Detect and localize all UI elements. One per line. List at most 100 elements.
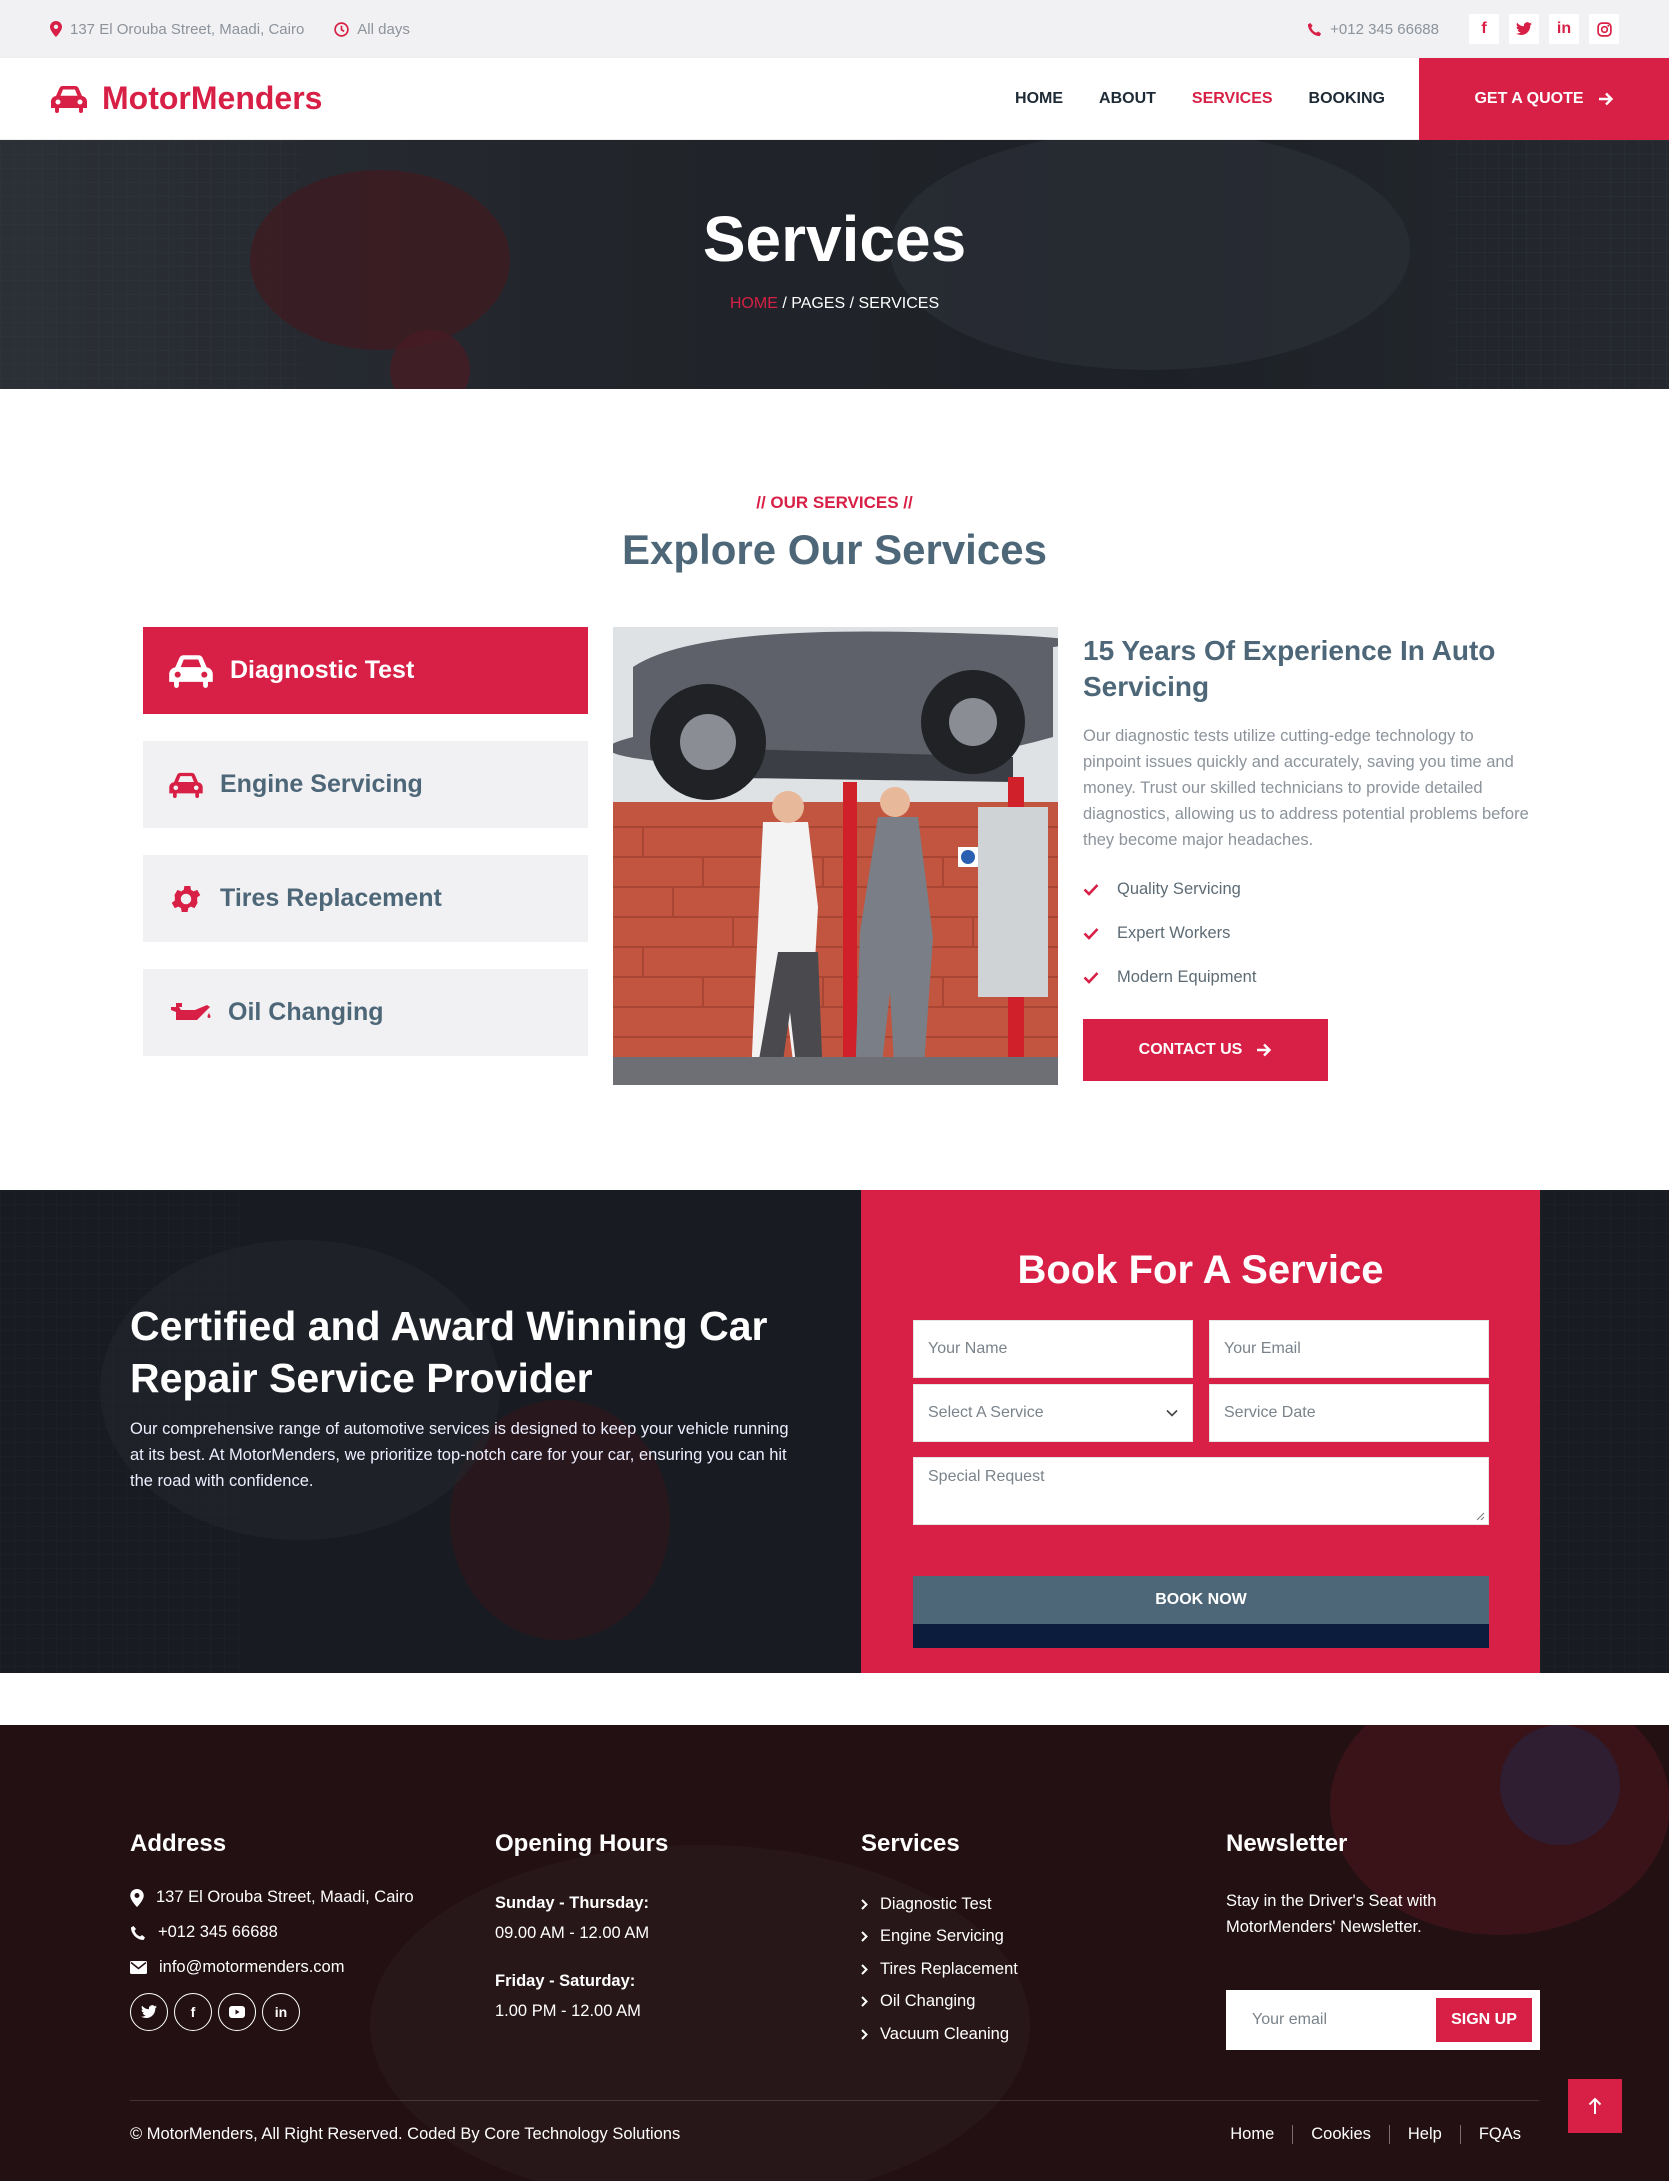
chevron-right-icon bbox=[861, 1996, 868, 2007]
special-request-textarea[interactable]: Special Request bbox=[913, 1457, 1489, 1525]
nav-home[interactable]: HOME bbox=[1015, 90, 1063, 108]
check-icon bbox=[1083, 927, 1099, 940]
feature-item: Quality Servicing bbox=[1083, 867, 1533, 911]
linkedin-icon[interactable]: in bbox=[1549, 14, 1579, 44]
sign-up-button[interactable]: SIGN UP bbox=[1436, 1998, 1532, 2042]
service-detail-heading: 15 Years Of Experience In Auto Servicing bbox=[1083, 635, 1496, 702]
get-a-quote-button[interactable]: GET A QUOTE bbox=[1419, 57, 1669, 140]
section-tag: // OUR SERVICES // bbox=[756, 493, 913, 512]
nav-menu: HOME ABOUT SERVICES BOOKING bbox=[1015, 90, 1385, 108]
youtube-icon[interactable] bbox=[218, 1993, 256, 2031]
footer-social: f in bbox=[130, 1993, 460, 2031]
footer-service-link[interactable]: Vacuum Cleaning bbox=[861, 2018, 1191, 2051]
facebook-icon[interactable]: f bbox=[174, 1993, 212, 2031]
footer-services: Services Diagnostic Test Engine Servicin… bbox=[861, 1830, 1191, 2051]
footer-service-link[interactable]: Oil Changing bbox=[861, 1986, 1191, 2019]
top-phone[interactable]: +012 345 66688 bbox=[1307, 21, 1439, 38]
back-to-top-button[interactable] bbox=[1568, 2079, 1622, 2133]
twitter-icon[interactable] bbox=[130, 1993, 168, 2031]
chevron-right-icon bbox=[861, 2029, 868, 2040]
page-title: Services bbox=[702, 203, 967, 275]
check-icon bbox=[1083, 971, 1099, 984]
booking-form: Book For A Service Your Name Your Email … bbox=[861, 1190, 1540, 1673]
feature-item: Expert Workers bbox=[1083, 911, 1533, 955]
footer-address-title: Address bbox=[130, 1830, 227, 1857]
tab-tires-replacement[interactable]: Tires Replacement bbox=[143, 855, 588, 942]
car-icon bbox=[51, 85, 87, 113]
footer-services-title: Services bbox=[861, 1830, 960, 1857]
contact-us-button[interactable]: CONTACT US bbox=[1083, 1019, 1328, 1081]
page-hero: Services HOME / PAGES / SERVICES bbox=[0, 140, 1669, 389]
footer-link-help[interactable]: Help bbox=[1388, 2125, 1460, 2144]
tab-oil-changing[interactable]: Oil Changing bbox=[143, 969, 588, 1056]
footer-newsletter-title: Newsletter bbox=[1226, 1830, 1348, 1857]
top-bar: 137 El Orouba Street, Maadi, Cairo All d… bbox=[0, 0, 1669, 58]
brand-logo[interactable]: MotorMenders bbox=[50, 80, 322, 117]
breadcrumb: HOME / PAGES / SERVICES bbox=[729, 295, 940, 312]
name-input[interactable]: Your Name bbox=[913, 1320, 1193, 1378]
newsletter-email-input[interactable]: Your email SIGN UP bbox=[1226, 1990, 1540, 2050]
car-side-icon bbox=[169, 772, 203, 798]
feature-list: Quality Servicing Expert Workers Modern … bbox=[1083, 867, 1533, 999]
footer-service-link[interactable]: Engine Servicing bbox=[861, 1921, 1191, 1954]
booking-headline: Certified and Award Winning Car Repair S… bbox=[130, 1303, 768, 1401]
service-photo bbox=[613, 627, 1058, 1085]
arrow-up-icon bbox=[1588, 2097, 1602, 2114]
footer-service-link[interactable]: Tires Replacement bbox=[861, 1953, 1191, 1986]
breadcrumb-pages[interactable]: PAGES bbox=[791, 295, 845, 312]
footer-links: Home Cookies Help FQAs bbox=[1212, 2125, 1539, 2144]
footer-link-home[interactable]: Home bbox=[1212, 2125, 1292, 2144]
booking-section: Certified and Award Winning Car Repair S… bbox=[0, 1190, 1669, 1673]
twitter-icon[interactable] bbox=[1509, 14, 1539, 44]
chevron-right-icon bbox=[861, 1931, 868, 1942]
book-now-button[interactable]: BOOK NOW bbox=[913, 1576, 1489, 1648]
footer-address: Address 137 El Orouba Street, Maadi, Cai… bbox=[130, 1830, 460, 2031]
booking-form-title: Book For A Service bbox=[1017, 1248, 1384, 1292]
phone-icon bbox=[131, 1925, 145, 1940]
oil-can-icon bbox=[171, 1002, 211, 1020]
footer-service-link[interactable]: Diagnostic Test bbox=[861, 1888, 1191, 1921]
main-navbar: MotorMenders HOME ABOUT SERVICES BOOKING… bbox=[0, 57, 1669, 140]
footer-link-faqs[interactable]: FQAs bbox=[1459, 2125, 1539, 2144]
nav-about[interactable]: ABOUT bbox=[1099, 90, 1156, 108]
footer-divider bbox=[130, 2100, 1539, 2101]
linkedin-icon[interactable]: in bbox=[262, 1993, 300, 2031]
nav-booking[interactable]: BOOKING bbox=[1309, 90, 1385, 108]
hours-info: All days bbox=[334, 21, 410, 38]
top-hours: All days bbox=[357, 20, 410, 38]
hours-time: 09.00 AM - 12.00 AM bbox=[495, 1924, 650, 1942]
footer-newsletter: Newsletter Stay in the Driver's Seat wit… bbox=[1226, 1830, 1540, 2070]
facebook-icon[interactable]: f bbox=[1469, 14, 1499, 44]
service-tabs: Diagnostic Test Engine Servicing Tires R… bbox=[143, 627, 588, 1083]
footer-hours: Opening Hours Sunday - Thursday: 09.00 A… bbox=[495, 1830, 825, 2026]
breadcrumb-home[interactable]: HOME bbox=[730, 295, 778, 312]
instagram-icon[interactable] bbox=[1589, 14, 1619, 44]
section-title: Explore Our Services bbox=[622, 526, 1047, 573]
chevron-right-icon bbox=[861, 1964, 868, 1975]
service-detail-body: Our diagnostic tests utilize cutting-edg… bbox=[1083, 727, 1529, 849]
footer-link-cookies[interactable]: Cookies bbox=[1292, 2125, 1389, 2144]
top-address: 137 El Orouba Street, Maadi, Cairo bbox=[70, 20, 305, 38]
feature-item: Modern Equipment bbox=[1083, 955, 1533, 999]
car-icon bbox=[169, 654, 213, 688]
booking-body: Our comprehensive range of automotive se… bbox=[130, 1420, 789, 1490]
phone-icon bbox=[1308, 22, 1322, 36]
service-date-input[interactable]: Service Date bbox=[1209, 1384, 1489, 1442]
hours-days: Friday - Saturday: bbox=[495, 1972, 636, 1990]
address-info: 137 El Orouba Street, Maadi, Cairo bbox=[50, 21, 304, 38]
service-detail: 15 Years Of Experience In Auto Servicing… bbox=[1083, 627, 1533, 1081]
top-right: +012 345 66688 f in bbox=[1307, 14, 1619, 44]
hours-days: Sunday - Thursday: bbox=[495, 1894, 650, 1912]
service-select[interactable]: Select A Service bbox=[913, 1384, 1193, 1442]
check-icon bbox=[1083, 883, 1099, 896]
arrow-right-icon bbox=[1598, 92, 1613, 105]
resize-handle-icon[interactable] bbox=[1476, 1512, 1485, 1521]
gear-icon bbox=[171, 885, 201, 912]
arrow-right-icon bbox=[1257, 1043, 1272, 1057]
tab-engine-servicing[interactable]: Engine Servicing bbox=[143, 741, 588, 828]
chevron-right-icon bbox=[861, 1899, 868, 1910]
email-input[interactable]: Your Email bbox=[1209, 1320, 1489, 1378]
envelope-icon bbox=[130, 1961, 147, 1974]
nav-services[interactable]: SERVICES bbox=[1192, 90, 1273, 108]
tab-diagnostic-test[interactable]: Diagnostic Test bbox=[143, 627, 588, 714]
